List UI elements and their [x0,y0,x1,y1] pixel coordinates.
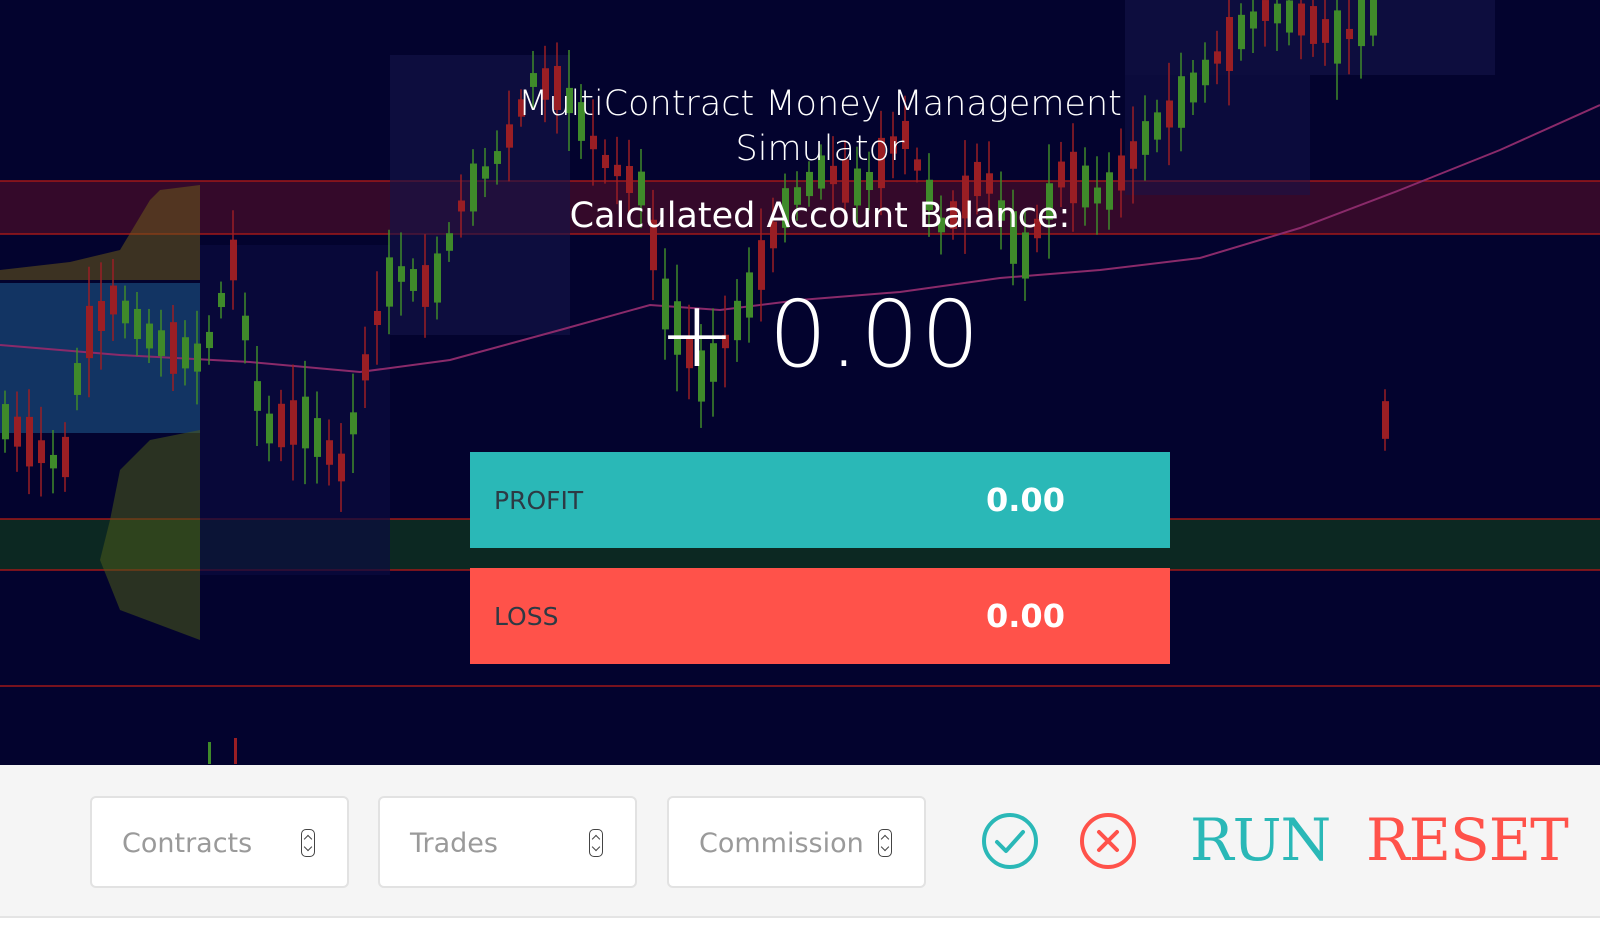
contracts-stepper-icon[interactable] [301,829,315,857]
trades-placeholder: Trades [410,828,498,859]
trades-stepper-icon[interactable] [589,829,603,857]
contracts-placeholder: Contracts [122,828,253,859]
balance-label: Calculated Account Balance: [569,196,1071,236]
profit-value: 0.00 [986,481,1065,519]
app-title: MultiContract Money Management Simulator [0,82,1600,172]
profit-bar: PROFIT 0.00 [470,452,1170,548]
run-button[interactable]: RUN [1190,804,1331,876]
balance-value: + 0.00 [658,281,982,388]
app-title-line2: Simulator [735,129,905,169]
hero-panel: MultiContract Money Management Simulator… [0,0,1600,765]
confirm-check-circle-icon[interactable] [981,812,1039,870]
reset-button[interactable]: RESET [1366,804,1569,876]
simulator-overlay: MultiContract Money Management Simulator… [0,0,1600,765]
commission-stepper-icon[interactable] [878,829,892,857]
cancel-x-circle-icon[interactable] [1079,812,1137,870]
loss-value: 0.00 [986,597,1065,635]
commission-input[interactable]: Commission [667,796,926,888]
control-toolbar: Contracts Trades Commission RUN RESET [0,765,1600,918]
app-title-line1: MultiContract Money Management [518,84,1122,124]
loss-bar: LOSS 0.00 [470,568,1170,664]
contracts-input[interactable]: Contracts [90,796,349,888]
commission-placeholder: Commission [699,828,864,859]
trades-input[interactable]: Trades [378,796,637,888]
simulator-app: MultiContract Money Management Simulator… [0,0,1600,946]
loss-label: LOSS [494,601,559,631]
profit-label: PROFIT [494,485,584,515]
